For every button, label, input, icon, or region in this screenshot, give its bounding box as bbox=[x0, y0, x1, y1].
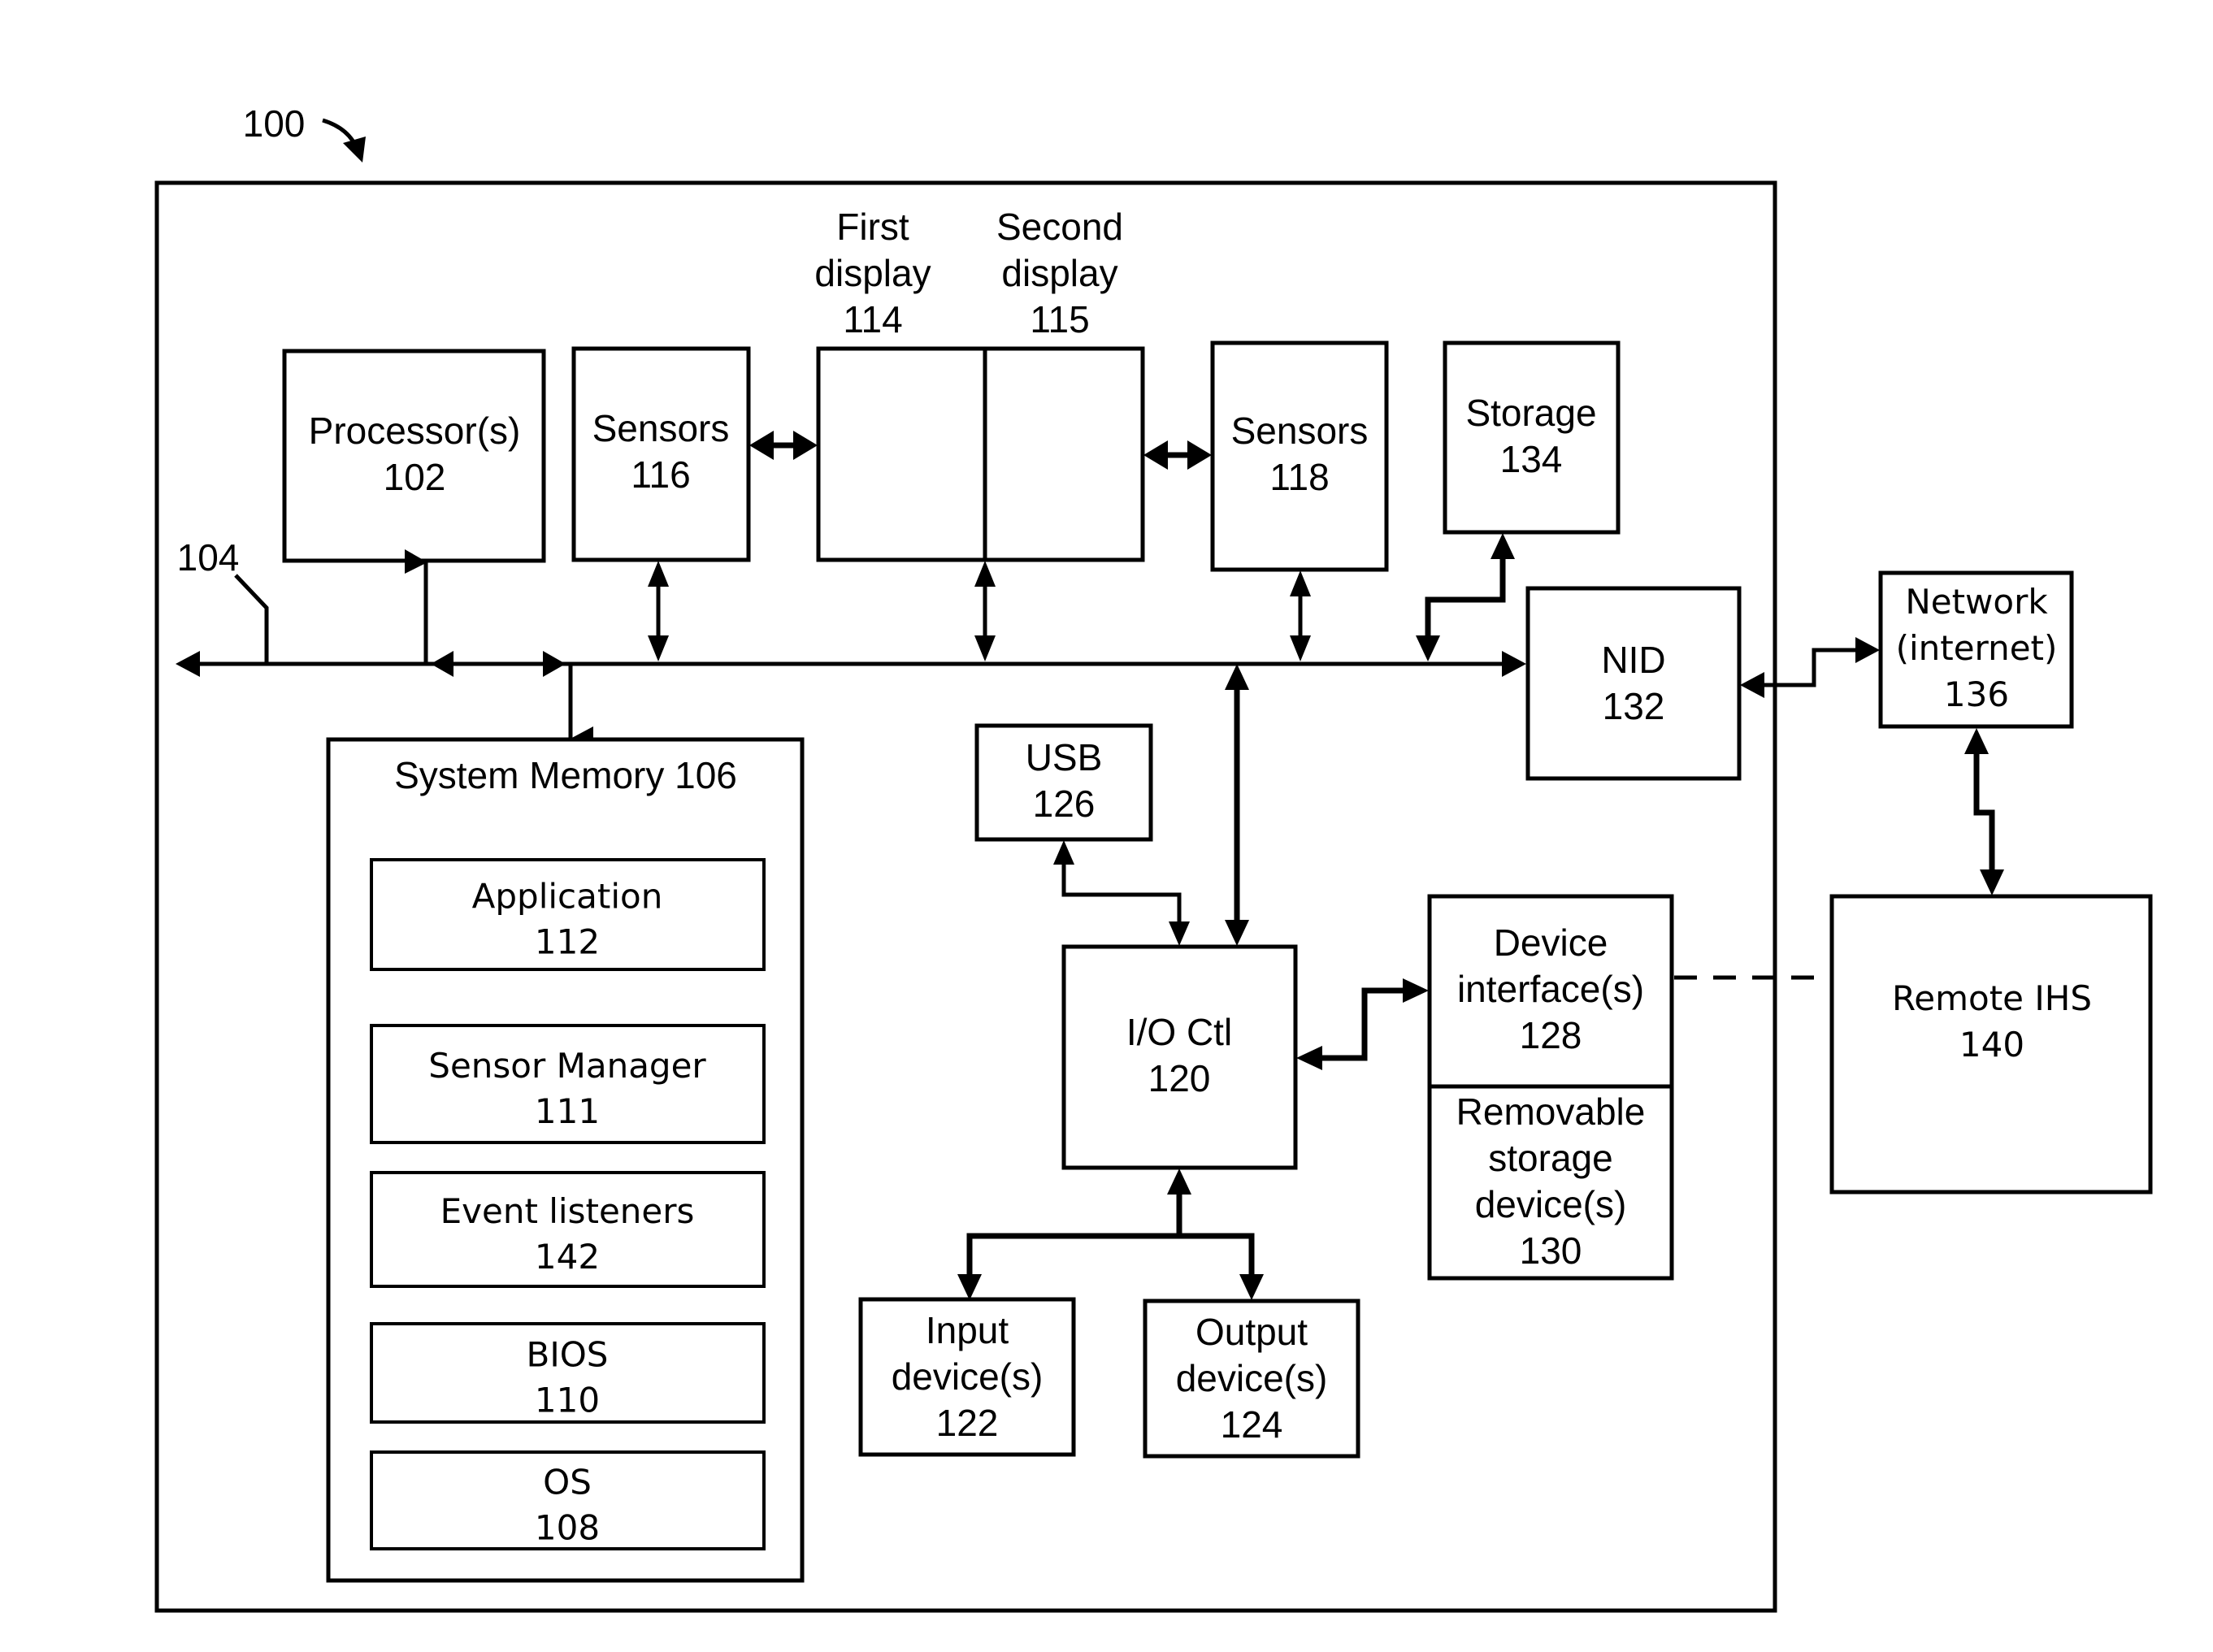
second-display-ref: 115 bbox=[1030, 298, 1089, 340]
system-memory-title: System Memory 106 bbox=[394, 754, 737, 796]
input-devices-ref: 122 bbox=[936, 1402, 999, 1444]
usb-ref: 126 bbox=[1033, 783, 1096, 825]
memory-item-name: BIOS bbox=[527, 1335, 609, 1375]
removable-storage-line3: device(s) bbox=[1475, 1183, 1627, 1225]
memory-item-sensor-manager[interactable]: Sensor Manager 111 bbox=[370, 1024, 766, 1144]
remote-ihs-block[interactable]: Remote IHS 140 bbox=[1829, 894, 2153, 1195]
device-interface-line1: Device bbox=[1494, 921, 1608, 964]
second-display-line1: Second bbox=[996, 206, 1123, 248]
usb-block[interactable]: USB 126 bbox=[974, 723, 1153, 842]
remote-ihs-name: Remote IHS bbox=[1892, 978, 2092, 1018]
device-interface-block[interactable]: Device interface(s) 128 bbox=[1427, 894, 1674, 1089]
output-devices-line2: device(s) bbox=[1176, 1357, 1328, 1399]
nid-block[interactable]: NID 132 bbox=[1525, 586, 1742, 781]
io-ctl-name: I/O Ctl bbox=[1126, 1011, 1232, 1053]
input-devices-block[interactable]: Input device(s) 122 bbox=[858, 1297, 1076, 1457]
device-interface-ref: 128 bbox=[1520, 1014, 1582, 1056]
processor-block[interactable]: Processor(s) 102 bbox=[282, 349, 546, 563]
memory-item-name: Sensor Manager bbox=[428, 1046, 706, 1086]
device-interface-line2: interface(s) bbox=[1457, 968, 1644, 1010]
memory-item-ref: 108 bbox=[535, 1508, 600, 1548]
memory-item-name: Application bbox=[472, 877, 663, 917]
figure-reference-label: 100 bbox=[243, 102, 306, 145]
ihs-block-diagram: 100 104 Processor(s) 102 Sensors 116 Fir… bbox=[154, 102, 2153, 1613]
memory-item-bios[interactable]: BIOS 110 bbox=[370, 1322, 766, 1424]
io-ctl-ref: 120 bbox=[1148, 1057, 1211, 1099]
memory-item-event-listeners[interactable]: Event listeners 142 bbox=[370, 1171, 766, 1288]
memory-item-name: Event listeners bbox=[440, 1191, 695, 1231]
nid-ref: 132 bbox=[1603, 685, 1665, 727]
output-devices-ref: 124 bbox=[1221, 1403, 1283, 1446]
removable-storage-line1: Removable bbox=[1456, 1090, 1646, 1133]
memory-item-ref: 111 bbox=[535, 1091, 600, 1131]
first-display-line2: display bbox=[814, 252, 931, 294]
sensors-118-ref: 118 bbox=[1269, 456, 1329, 498]
network-block[interactable]: Network (internet) 136 bbox=[1878, 570, 2074, 729]
storage-block[interactable]: Storage 134 bbox=[1443, 340, 1621, 535]
sensors-116-name: Sensors bbox=[592, 407, 730, 449]
storage-name: Storage bbox=[1465, 392, 1596, 434]
memory-item-application[interactable]: Application 112 bbox=[370, 858, 766, 971]
memory-item-ref: 142 bbox=[535, 1237, 600, 1277]
removable-storage-block[interactable]: Removable storage device(s) 130 bbox=[1427, 1084, 1674, 1281]
memory-item-ref: 112 bbox=[535, 922, 600, 962]
sensors-118-block[interactable]: Sensors 118 bbox=[1210, 340, 1389, 572]
removable-storage-ref: 130 bbox=[1520, 1229, 1582, 1272]
first-display-line1: First bbox=[836, 206, 909, 248]
sensors-116-block[interactable]: Sensors 116 bbox=[571, 346, 751, 562]
network-remote-link bbox=[1973, 748, 1995, 878]
processor-ref: 102 bbox=[384, 456, 446, 498]
removable-storage-line2: storage bbox=[1488, 1137, 1612, 1179]
memory-item-ref: 110 bbox=[535, 1381, 600, 1420]
figure-reference-arrowhead-icon bbox=[343, 137, 366, 163]
processor-name: Processor(s) bbox=[309, 410, 521, 452]
input-devices-line1: Input bbox=[926, 1309, 1009, 1351]
nid-name: NID bbox=[1601, 639, 1665, 681]
io-ctl-block[interactable]: I/O Ctl 120 bbox=[1061, 944, 1298, 1170]
usb-name: USB bbox=[1026, 736, 1103, 778]
remote-ihs-ref: 140 bbox=[1959, 1025, 2024, 1064]
memory-item-os[interactable]: OS 108 bbox=[370, 1450, 766, 1550]
output-devices-line1: Output bbox=[1195, 1311, 1308, 1353]
network-line2: (internet) bbox=[1896, 628, 2058, 668]
network-ref: 136 bbox=[1944, 674, 2009, 714]
display-frame bbox=[816, 346, 1145, 562]
input-devices-line2: device(s) bbox=[892, 1355, 1044, 1398]
bus-reference-label: 104 bbox=[177, 536, 240, 579]
second-display-line2: display bbox=[1001, 252, 1117, 294]
network-line1: Network bbox=[1905, 582, 2048, 622]
storage-ref: 134 bbox=[1500, 438, 1563, 480]
output-devices-block[interactable]: Output device(s) 124 bbox=[1143, 1299, 1360, 1459]
memory-item-name: OS bbox=[543, 1463, 592, 1502]
sensors-118-name: Sensors bbox=[1231, 410, 1369, 452]
first-display-ref: 114 bbox=[843, 298, 902, 340]
dual-display-block[interactable] bbox=[816, 346, 1145, 562]
sensors-116-ref: 116 bbox=[631, 453, 690, 496]
